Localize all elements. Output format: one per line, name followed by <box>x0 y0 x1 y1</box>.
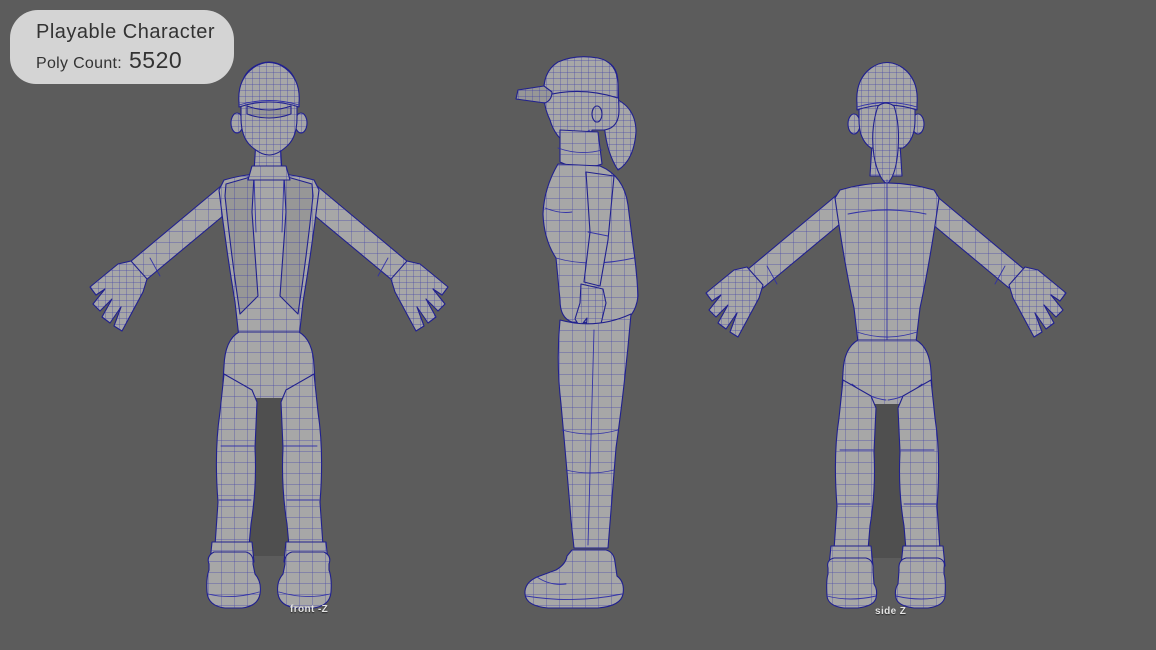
view-label-side: side Z <box>875 606 907 617</box>
character-front-view[interactable] <box>89 61 449 609</box>
front-arm-left-wireframe <box>130 186 235 280</box>
side-ear-wireframe <box>592 106 602 122</box>
back-hand-right-wireframe <box>1009 267 1066 337</box>
side-legs-wireframe <box>558 314 631 548</box>
poly-count-label: Poly Count: <box>36 55 123 72</box>
back-ear-left-wireframe <box>848 114 860 134</box>
back-hand-left-wireframe <box>706 267 763 337</box>
viewport[interactable]: Playable Character Poly Count: 5520 fron… <box>0 0 1156 650</box>
character-side-view[interactable] <box>515 56 639 609</box>
side-collar-wireframe <box>560 130 602 168</box>
front-leg-left-wireframe <box>215 374 257 546</box>
front-leg-right-wireframe <box>281 374 323 546</box>
view-label-front: front -Z <box>290 604 329 615</box>
back-shoe-left-wireframe <box>826 558 877 608</box>
front-arm-right-wireframe <box>303 186 408 280</box>
model-canvas[interactable] <box>0 0 1156 650</box>
side-cap-brim-wireframe <box>516 86 552 103</box>
back-shoe-right-wireframe <box>895 558 946 608</box>
front-shoe-right-wireframe <box>277 552 332 608</box>
character-back-view[interactable] <box>705 61 1067 609</box>
front-shoe-left-wireframe <box>206 552 261 608</box>
info-badge: Playable Character Poly Count: 5520 <box>10 10 234 84</box>
poly-count-value: 5520 <box>129 47 183 73</box>
character-title: Playable Character <box>36 21 216 43</box>
front-collar-wireframe <box>248 166 290 180</box>
front-hand-left-wireframe <box>90 261 147 331</box>
front-hand-right-wireframe <box>391 261 448 331</box>
